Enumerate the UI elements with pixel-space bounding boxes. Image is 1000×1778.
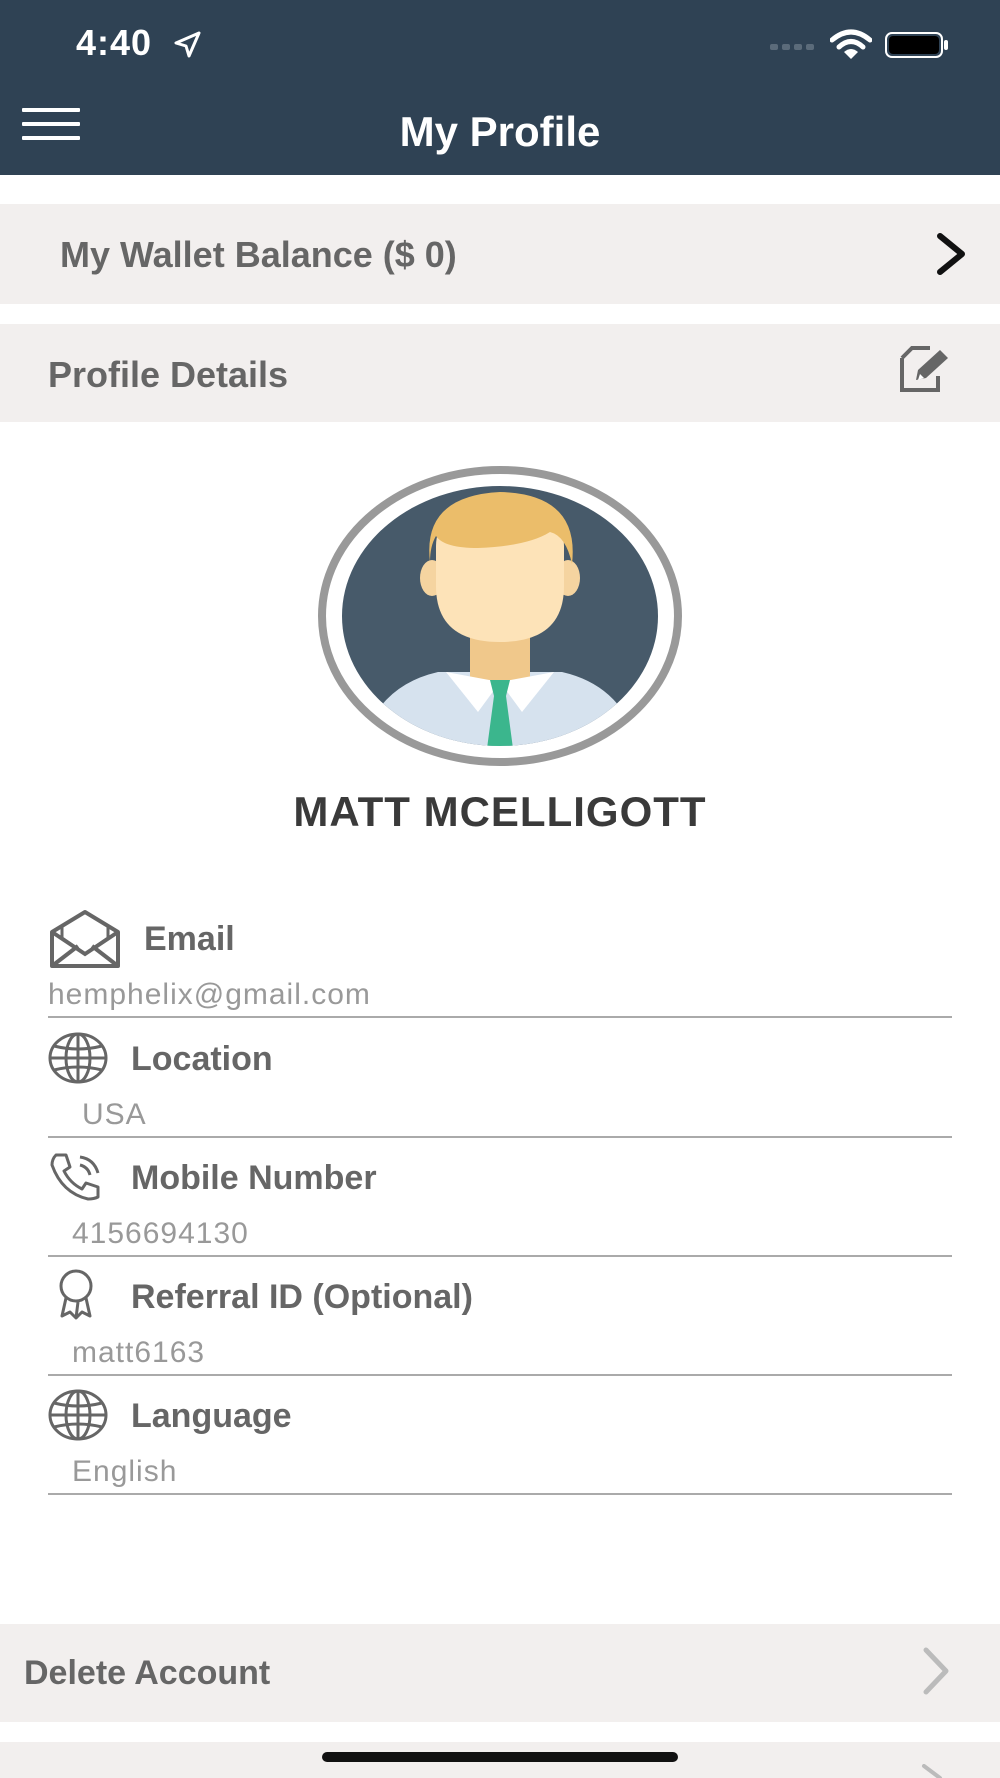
location-label: Location	[131, 1040, 273, 1078]
delete-account-label: Delete Account	[24, 1654, 271, 1692]
envelope-icon	[50, 910, 120, 968]
battery-icon	[885, 32, 948, 58]
language-value: English	[72, 1455, 178, 1488]
email-label: Email	[144, 920, 235, 958]
wifi-icon	[830, 29, 872, 59]
globe-icon	[48, 1032, 108, 1084]
mobile-number-label: Mobile Number	[131, 1159, 377, 1197]
award-icon	[59, 1269, 93, 1320]
language-label: Language	[131, 1397, 292, 1435]
mobile-number-field: Mobile Number 4156694130	[48, 1139, 952, 1257]
profile-details-label: Profile Details	[48, 354, 289, 395]
delete-account-row[interactable]: Delete Account	[0, 1624, 1000, 1722]
page-title: My Profile	[399, 108, 601, 155]
chevron-right-icon[interactable]	[932, 230, 972, 278]
app-header: 4:40 My Profile	[0, 0, 1000, 175]
globe-icon	[48, 1389, 108, 1441]
chevron-right-icon[interactable]	[920, 1646, 952, 1696]
wallet-balance-label: My Wallet Balance ($ 0)	[60, 234, 457, 275]
location-field: Location USA	[48, 1020, 952, 1138]
home-indicator	[322, 1752, 678, 1762]
edit-icon[interactable]	[896, 344, 952, 396]
status-bar: 4:40	[0, 0, 1000, 90]
user-name: MATT MCELLIGOTT	[293, 788, 707, 835]
location-value: USA	[82, 1098, 147, 1131]
language-field: Language English	[48, 1377, 952, 1495]
location-arrow-icon	[174, 31, 201, 58]
email-value: hemphelix@gmail.com	[48, 978, 371, 1011]
email-field: Email hemphelix@gmail.com	[48, 900, 952, 1018]
avatar	[318, 466, 682, 766]
referral-id-value: matt6163	[72, 1336, 206, 1369]
signal-icon	[770, 44, 814, 50]
chevron-right-icon[interactable]	[920, 1764, 944, 1778]
status-time: 4:40	[76, 22, 153, 63]
referral-id-label: Referral ID (Optional)	[131, 1278, 473, 1316]
wallet-balance-row[interactable]: My Wallet Balance ($ 0)	[0, 204, 1000, 304]
referral-id-field: Referral ID (Optional) matt6163	[48, 1258, 952, 1376]
profile-details-header: Profile Details	[0, 324, 1000, 422]
phone-icon	[50, 1153, 100, 1201]
mobile-number-value: 4156694130	[72, 1217, 249, 1250]
